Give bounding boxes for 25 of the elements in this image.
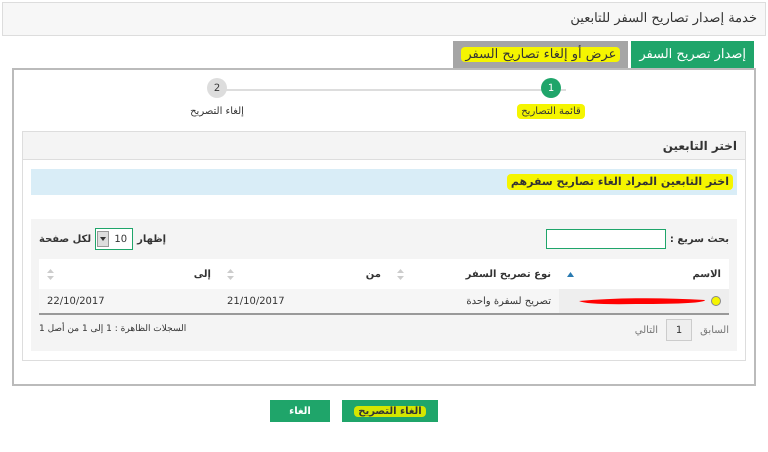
previous-link[interactable]: السابق bbox=[700, 322, 729, 338]
column-header[interactable]: إلى bbox=[39, 259, 219, 289]
search-field[interactable] bbox=[546, 229, 666, 249]
table-cell: 22/10/2017 bbox=[47, 296, 105, 306]
per-page-label: لكل صفحة bbox=[39, 232, 92, 246]
radio-button[interactable] bbox=[711, 296, 721, 306]
step-label: إلغاء التصريح bbox=[190, 105, 244, 119]
table-cell: تصريح لسفرة واحدة bbox=[466, 296, 551, 306]
column-header[interactable]: من bbox=[219, 259, 389, 289]
page-size-select[interactable]: 10 bbox=[95, 228, 134, 250]
records-summary: السجلات الظاهرة : 1 إلى 1 من أصل 1 bbox=[39, 323, 186, 336]
page-button[interactable]: 1 bbox=[666, 319, 692, 341]
search-label: بحث سريع : bbox=[670, 232, 729, 246]
column-header[interactable]: الاسم bbox=[559, 259, 729, 289]
show-label: إظهار bbox=[137, 232, 166, 246]
next-link[interactable]: التالي bbox=[634, 322, 658, 338]
info-text: اختر التابعين المراد الغاء تصاريح سفرهم bbox=[506, 174, 733, 190]
step-label: قائمة التصاريح bbox=[517, 104, 585, 119]
column-header[interactable]: نوع تصريح السفر bbox=[389, 259, 559, 289]
panel-title: اختر التابعين bbox=[662, 138, 737, 154]
window-title: خدمة إصدار تصاريح السفر للتابعين bbox=[570, 10, 757, 28]
table-cell: 21/10/2017 bbox=[227, 296, 285, 306]
caret-icon bbox=[97, 231, 110, 247]
tab[interactable]: عرض أو إلغاء تصاريح السفر bbox=[453, 41, 628, 68]
action-button[interactable]: الغاء التصريح bbox=[342, 400, 438, 422]
